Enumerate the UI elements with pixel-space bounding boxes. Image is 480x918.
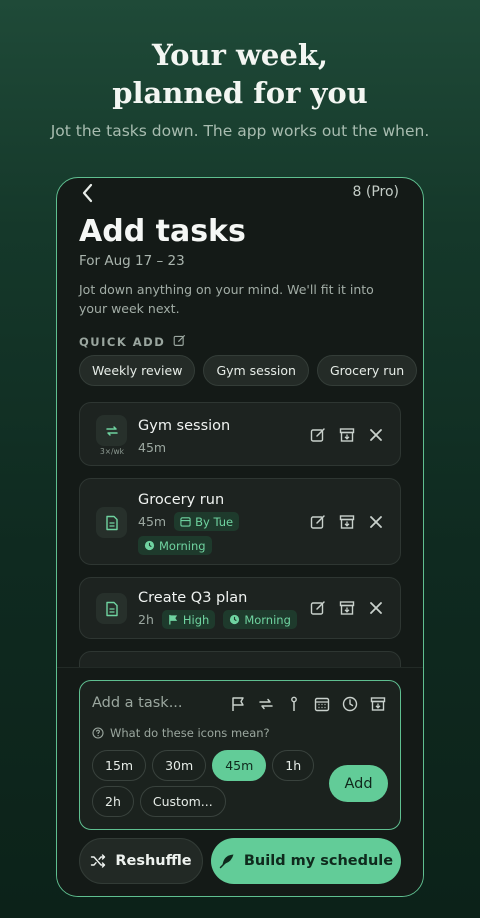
document-icon (96, 593, 127, 624)
shuffle-icon (91, 854, 106, 868)
duration-row: 2h Custom... (92, 786, 226, 817)
task-input[interactable] (92, 695, 192, 711)
time-tag: Morning (223, 610, 297, 629)
date-range: For Aug 17 – 23 (79, 253, 185, 269)
task-meta: 45m (138, 440, 166, 455)
calendar-icon (180, 517, 191, 527)
task-meta: 45m By Tue (138, 512, 240, 531)
archive-icon[interactable] (370, 696, 386, 712)
quick-add-chip[interactable]: Gym session (203, 355, 309, 386)
duration-row: 15m 30m 45m 1h (92, 750, 315, 781)
composer-panel: What do these icons mean? 15m 30m 45m 1h… (57, 667, 423, 896)
due-tag: By Tue (174, 512, 240, 531)
repeat-icon (96, 415, 127, 446)
task-card[interactable]: Grocery run 45m By Tue Morning (79, 478, 401, 565)
time-tag: Morning (138, 536, 212, 555)
task-title: Grocery run (138, 492, 225, 508)
duration-chip[interactable]: 30m (152, 750, 207, 781)
pin-icon[interactable] (286, 696, 302, 712)
task-card[interactable]: Create Q3 plan 2h High Morning (79, 577, 401, 639)
clock-icon (144, 540, 155, 551)
help-icon (92, 727, 104, 739)
duration-chip-selected[interactable]: 45m (212, 750, 267, 781)
hero-title: Your week, planned for you (0, 36, 480, 112)
task-composer: What do these icons mean? 15m 30m 45m 1h… (79, 680, 401, 830)
chevron-left-icon[interactable] (79, 182, 99, 204)
duration-chip[interactable]: 2h (92, 786, 134, 817)
custom-duration-chip[interactable]: Custom... (139, 786, 226, 817)
clock-icon (230, 614, 240, 625)
add-task-button[interactable]: Add (329, 765, 388, 802)
edit-icon[interactable] (173, 334, 186, 350)
task-actions (310, 600, 384, 616)
page-title: Add tasks (79, 214, 246, 249)
document-icon (96, 507, 127, 538)
quick-add-chip[interactable]: Grocery run (316, 355, 418, 386)
duration-chip[interactable]: 1h (272, 750, 315, 781)
task-duration: 45m (138, 514, 167, 529)
icon-help-link[interactable]: What do these icons mean? (92, 726, 270, 740)
repeat-icon[interactable] (258, 696, 274, 712)
task-duration: 45m (138, 440, 167, 455)
quick-add-chip[interactable]: Weekly review (79, 355, 196, 386)
archive-icon[interactable] (339, 427, 355, 443)
phone-frame: 8 (Pro) Add tasks For Aug 17 – 23 Jot do… (56, 177, 424, 897)
edit-icon[interactable] (310, 427, 326, 443)
duration-chip[interactable]: 15m (92, 750, 147, 781)
build-schedule-button[interactable]: Build my schedule (211, 838, 401, 884)
quick-add-label: QUICK ADD (79, 334, 186, 350)
page-counter: 8 (Pro) (352, 184, 400, 200)
close-icon[interactable] (368, 427, 384, 443)
close-icon[interactable] (368, 514, 384, 530)
archive-icon[interactable] (339, 514, 355, 530)
composer-tools (230, 696, 386, 712)
hero-title-line2: planned for you (112, 76, 368, 110)
feather-icon (219, 854, 234, 869)
task-title: Create Q3 plan (138, 590, 248, 606)
task-meta: Morning (138, 536, 212, 555)
close-icon[interactable] (368, 600, 384, 616)
hero-title-line1: Your week, (151, 38, 329, 72)
edit-icon[interactable] (310, 514, 326, 530)
task-duration: 2h (138, 612, 154, 627)
quick-add-chips: Weekly review Gym session Grocery run (79, 355, 418, 386)
archive-icon[interactable] (339, 600, 355, 616)
repeat-frequency: 3×/wk (99, 447, 125, 456)
reshuffle-button[interactable]: Reshuffle (79, 838, 203, 884)
page-description: Jot down anything on your mind. We'll fi… (79, 282, 374, 316)
task-title: Gym session (138, 418, 231, 434)
flag-icon (169, 614, 178, 625)
calendar-icon[interactable] (314, 696, 330, 712)
clock-icon[interactable] (342, 696, 358, 712)
task-actions (310, 427, 384, 443)
task-card[interactable]: 3×/wk Gym session 45m (79, 402, 401, 466)
edit-icon[interactable] (310, 600, 326, 616)
hero-subtitle: Jot the tasks down. The app works out th… (50, 122, 430, 140)
task-actions (310, 514, 384, 530)
task-meta: 2h High Morning (138, 610, 297, 629)
priority-tag: High (161, 610, 216, 629)
flag-icon[interactable] (230, 696, 246, 712)
